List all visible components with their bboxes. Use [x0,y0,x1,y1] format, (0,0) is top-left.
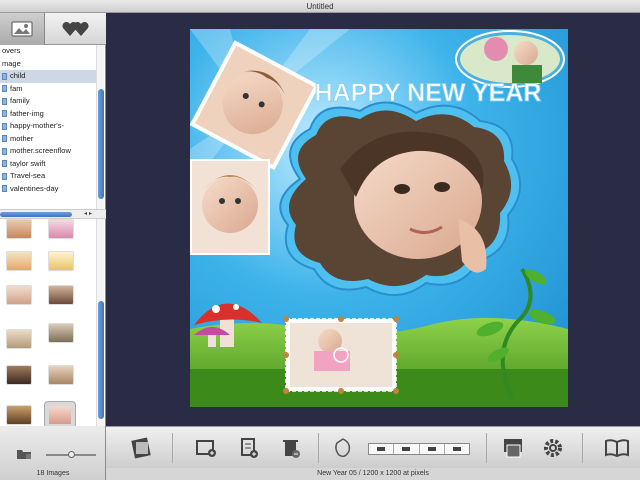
resize-handle[interactable] [283,316,289,322]
toolbar-separator [318,433,319,463]
shape-icon [335,438,351,458]
folder-icon [2,172,7,180]
photo-frame[interactable] [190,159,270,255]
toolbar-separator [172,433,173,463]
folder-item[interactable]: Travel-sea [0,170,96,183]
folder-item[interactable]: mother.screenflow [0,145,96,158]
add-frame-button[interactable] [194,435,220,461]
add-page-icon [241,438,258,458]
folder-icon [2,110,7,118]
window-title: Untitled [0,0,640,13]
card-artwork: HAPPY NEW YEAR [190,29,568,407]
delete-icon [283,440,300,458]
resize-handle[interactable] [393,388,399,394]
toolbar-separator [582,433,583,463]
folder-icon [2,135,7,143]
align-left-button[interactable] [369,444,395,454]
folder-item-child[interactable]: child [0,70,96,83]
tab-favorites[interactable] [45,13,106,45]
folder-icon [2,160,7,168]
horizontal-scrollbar[interactable]: ◂▸ [0,209,106,219]
zoom-slider[interactable] [46,451,96,458]
align-center-button[interactable] [394,444,420,454]
photos-tab-icon [11,21,33,37]
thumbnail[interactable] [6,285,32,305]
status-bar: New Year 05 / 1200 x 1200 at pixels [106,468,640,480]
resize-handle[interactable] [283,388,289,394]
thumbnail-selected[interactable] [44,401,76,426]
folder-item[interactable]: mother [0,133,96,146]
cards-icon [504,439,522,458]
align-buttons[interactable] [368,443,470,455]
main-photo-cloud-frame[interactable] [279,101,522,297]
folder-icon[interactable] [16,448,32,460]
thumbnail[interactable] [48,323,74,343]
align-right-button[interactable] [420,444,445,454]
folder-item[interactable]: fam [0,83,96,96]
scroll-arrows[interactable]: ◂▸ [84,210,94,219]
shape-button[interactable] [330,435,356,461]
cards-button[interactable] [500,435,526,461]
selected-photo-frame[interactable] [283,316,399,394]
add-page-button[interactable] [236,435,262,461]
folder-icon [2,122,7,130]
thumbnail[interactable] [6,251,32,271]
folder-icon [2,85,7,93]
resize-handle[interactable] [393,316,399,322]
main-toolbar [106,426,640,468]
settings-button[interactable] [540,435,566,461]
folder-icon [2,147,7,155]
thumbnail-grid [0,219,96,426]
folder-item[interactable]: valentines-day [0,183,96,196]
toolbar-separator [486,433,487,463]
folder-item[interactable]: family [0,95,96,108]
folder-item[interactable]: father-img [0,108,96,121]
favorites-tab-icon [61,21,89,36]
horizontal-scrollbar-thumb[interactable] [0,212,72,217]
folder-list: overs mage child fam family father-img h… [0,45,96,209]
zoom-slider-knob[interactable] [68,451,75,458]
collage-icon [131,437,151,459]
thumbnail[interactable] [48,365,74,385]
folder-item[interactable]: mage [0,58,96,71]
resize-handle[interactable] [338,316,344,322]
folder-scrollbar-thumb[interactable] [98,89,104,199]
delete-button[interactable] [278,435,304,461]
thumbnail-scrollbar[interactable] [96,219,104,426]
folder-item[interactable]: taylor swift [0,158,96,171]
add-frame-icon [196,440,216,457]
tab-photos[interactable] [0,13,45,45]
greeting-card: HAPPY NEW YEAR [190,29,568,407]
thumbnail[interactable] [6,405,32,425]
thumbnail[interactable] [6,219,32,239]
sidebar: overs mage child fam family father-img h… [0,13,106,426]
resize-handle[interactable] [393,352,399,358]
folder-icon [2,72,7,80]
resize-handle[interactable] [338,388,344,394]
thumbnail[interactable] [6,329,32,349]
folder-icon [2,185,7,193]
canvas-area: HAPPY NEW YEAR [106,13,640,426]
thumbnail[interactable] [48,219,74,239]
book-button[interactable] [604,435,630,461]
book-icon [605,439,629,458]
folder-item[interactable]: happy-mother's- [0,120,96,133]
thumbnail-scrollbar-thumb[interactable] [98,301,104,419]
resize-handle[interactable] [283,352,289,358]
card-headline[interactable]: HAPPY NEW YEAR [314,79,542,108]
settings-icon [544,439,562,457]
thumbnail[interactable] [48,285,74,305]
folder-icon [2,97,7,105]
folder-scrollbar[interactable] [96,45,104,209]
collage-button[interactable] [128,435,154,461]
thumbnail[interactable] [6,365,32,385]
image-count: 18 Images [36,470,70,477]
sidebar-tabs [0,13,106,45]
folder-item[interactable]: overs [0,45,96,58]
align-justify-button[interactable] [445,444,469,454]
thumbnail[interactable] [48,251,74,271]
